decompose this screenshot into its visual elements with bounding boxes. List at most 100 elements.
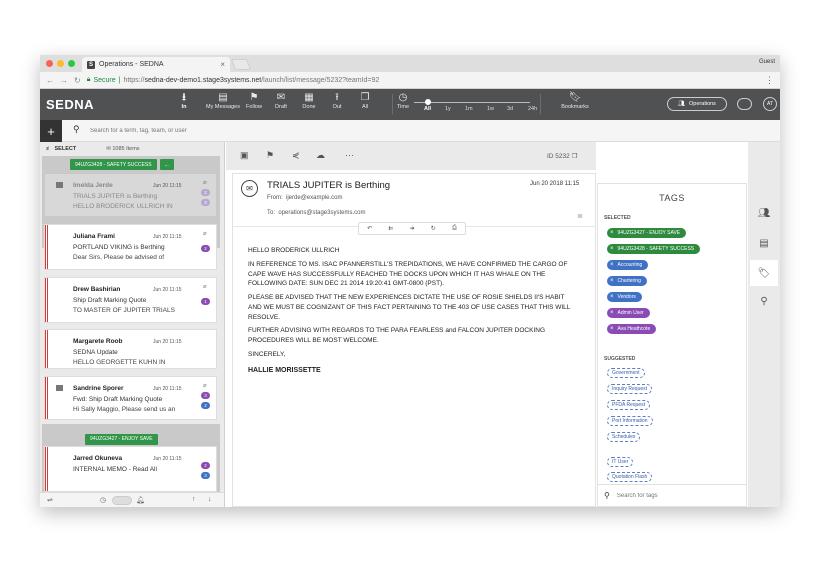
time-range-option[interactable]: 1m [465,106,473,112]
browser-menu-icon[interactable]: ⋮ [765,75,774,86]
remove-tag-icon[interactable]: × [610,310,614,316]
bell-icon[interactable]: 🔔︎ [136,496,145,504]
reply-icon[interactable]: ↶ [367,225,372,232]
group-tag[interactable]: 94UZG3427 - ENJOY SAVE [85,433,158,445]
sedna-logo[interactable]: SEDNA [46,97,94,112]
time-range-option[interactable]: 1w [487,106,494,112]
message-list-item[interactable]: Jarred Okuneva Jun 20 11:15 INTERNAL MEMO … [44,446,217,492]
filter-toggle[interactable] [112,496,132,505]
compact-view-icon[interactable]: ≣ [577,212,583,220]
time-button[interactable]: ◷ Time [388,92,418,110]
message-list-item[interactable]: Drew Bashirian Jun 20 11:15 Ship Draft Mar… [44,277,217,323]
toolbar-done-button[interactable]: ▦ Done [294,92,324,110]
back-arrow-icon[interactable]: ← [46,76,54,85]
forward-arrow-icon[interactable]: → [60,76,68,85]
more-options-icon[interactable]: ··· [345,150,354,160]
toolbar-out-button[interactable]: ⭱ Out [322,92,352,110]
to-label: To: [267,210,276,216]
toolbar-all-button[interactable]: ❐ All [350,92,380,110]
reply-all-icon[interactable]: ⇇ [388,225,393,232]
envelope-open-icon: ✉ [276,92,286,103]
suggested-tag[interactable]: Schedules [607,432,641,442]
cloud-upload-icon[interactable]: ☁ [316,150,325,161]
toolbar-in-button[interactable]: ⭳ In [169,92,199,110]
time-range-option[interactable]: 3d [507,106,513,112]
message-list-item[interactable]: Juliana Frami Jun 20 11:15 PORTLAND VIKING… [44,224,217,270]
maximize-window-button[interactable] [68,60,75,67]
scroll-up-icon[interactable]: ↑ [192,496,196,503]
remove-tag-icon[interactable]: × [610,262,614,268]
toolbar-draft-button[interactable]: ✉ Draft [266,92,296,110]
selected-tag[interactable]: × Admin User [607,308,650,318]
archive-icon[interactable]: ▣ [240,150,249,161]
layout-toggle-button[interactable] [737,98,752,110]
message-date: Jun 20 11:15 [153,386,182,392]
tags-rail-button[interactable]: 🏷︎ [750,260,778,286]
selected-tag[interactable]: × Accounting [607,260,649,270]
suggested-tag[interactable]: Port Information [607,416,653,426]
minimize-window-button[interactable] [57,60,64,67]
time-label: Time [396,104,410,110]
tag-search-input[interactable] [616,492,727,499]
share-icon[interactable]: ⋞ [292,150,300,161]
message-list-item[interactable]: Margarete Roob Jun 20 11:15 SEDNA Update HE… [44,329,217,369]
reload-icon[interactable]: ↻ [74,76,81,85]
browser-tab[interactable]: S Operations - SEDNA × [82,57,230,72]
from-address[interactable]: ijerde@example.com [286,195,342,201]
remove-tag-icon[interactable]: × [610,326,614,332]
selected-tag[interactable]: × Ava Heathcote [607,324,657,334]
selected-tag[interactable]: × Vendors [607,292,642,302]
url-field[interactable]: https://sedna-dev-demo1.stage3systems.ne… [123,77,379,84]
print-icon[interactable]: ⎙ [452,225,457,232]
avatar[interactable]: AT [763,97,777,111]
remove-tag-icon[interactable]: × [610,246,614,252]
message-list-item[interactable]: Sandrine Sporer Jun 20 11:15 Fwd: Ship Dra… [44,376,217,420]
profile-label[interactable]: Guest [759,59,775,65]
compose-button[interactable]: + [40,120,62,142]
selected-tag[interactable]: × Chartering [607,276,647,286]
url-path: /launch/list/message/5232?teamId=92 [261,76,380,84]
clock-filter-icon[interactable]: ◷ [100,496,106,504]
time-slider-track[interactable] [414,102,530,103]
close-tab-icon[interactable]: × [220,60,225,69]
suggested-tag[interactable]: Government [607,368,645,378]
time-range-option[interactable]: All [424,106,431,112]
time-slider-handle[interactable] [425,99,431,105]
select-button[interactable]: SELECT [55,146,77,152]
group-more-button[interactable]: ... [159,159,174,170]
select-icon[interactable]: ≢ [46,146,52,152]
unread-indicator [45,447,48,491]
suggested-tag[interactable]: Quotation Flash [607,472,653,482]
time-range-option[interactable]: 1y [445,106,451,112]
operations-team-button[interactable]: 👥︎ Operations [667,97,727,111]
new-tab-button[interactable] [230,59,252,70]
message-list-item[interactable]: Imelda Jerde Jun 20 11:15 TRIALS JUPITER i… [44,173,217,217]
toolbar-follow-button[interactable]: ⚑ Follow [239,92,269,110]
notes-rail-button[interactable]: ▤ [750,230,778,256]
forward-icon[interactable]: ➜ [410,225,415,232]
to-address[interactable]: operations@stage3systems.com [278,210,365,216]
bookmarks-button[interactable]: 🔖︎ Bookmarks [555,92,595,110]
unread-indicator [45,225,48,269]
badge: 2 [201,402,210,409]
refresh-icon[interactable]: ↻ [431,225,436,232]
contacts-rail-button[interactable]: 👥︎ [750,200,778,226]
search-input[interactable] [90,124,390,137]
time-range-option[interactable]: 24h [528,106,537,112]
remove-tag-icon[interactable]: × [610,294,614,300]
flag-icon[interactable]: ⚑ [266,150,274,161]
remove-tag-icon[interactable]: × [610,278,614,284]
selected-tag[interactable]: × 94UZG3427 - ENJOY SAVE [607,228,687,238]
group-tag[interactable]: 94UZG3428 - SAFETY SUCCESS [70,159,157,170]
attachments-rail-button[interactable]: ⚲ [750,288,778,314]
copy-icon[interactable]: ❐ [572,153,578,160]
selected-tag[interactable]: × 94UZG3428 - SAFETY SUCCESS [607,244,701,254]
sort-icon[interactable]: ⇌ [47,496,53,504]
suggested-tag[interactable]: PFDA Request [607,400,651,410]
suggested-tag[interactable]: IT User [607,457,634,467]
remove-tag-icon[interactable]: × [610,230,614,236]
close-window-button[interactable] [46,60,53,67]
scroll-down-icon[interactable]: ↓ [208,496,212,503]
suggested-tag[interactable]: Inquiry Request [607,384,653,394]
toolbar-my-messages-button[interactable]: ▤ My Messages [205,92,241,110]
